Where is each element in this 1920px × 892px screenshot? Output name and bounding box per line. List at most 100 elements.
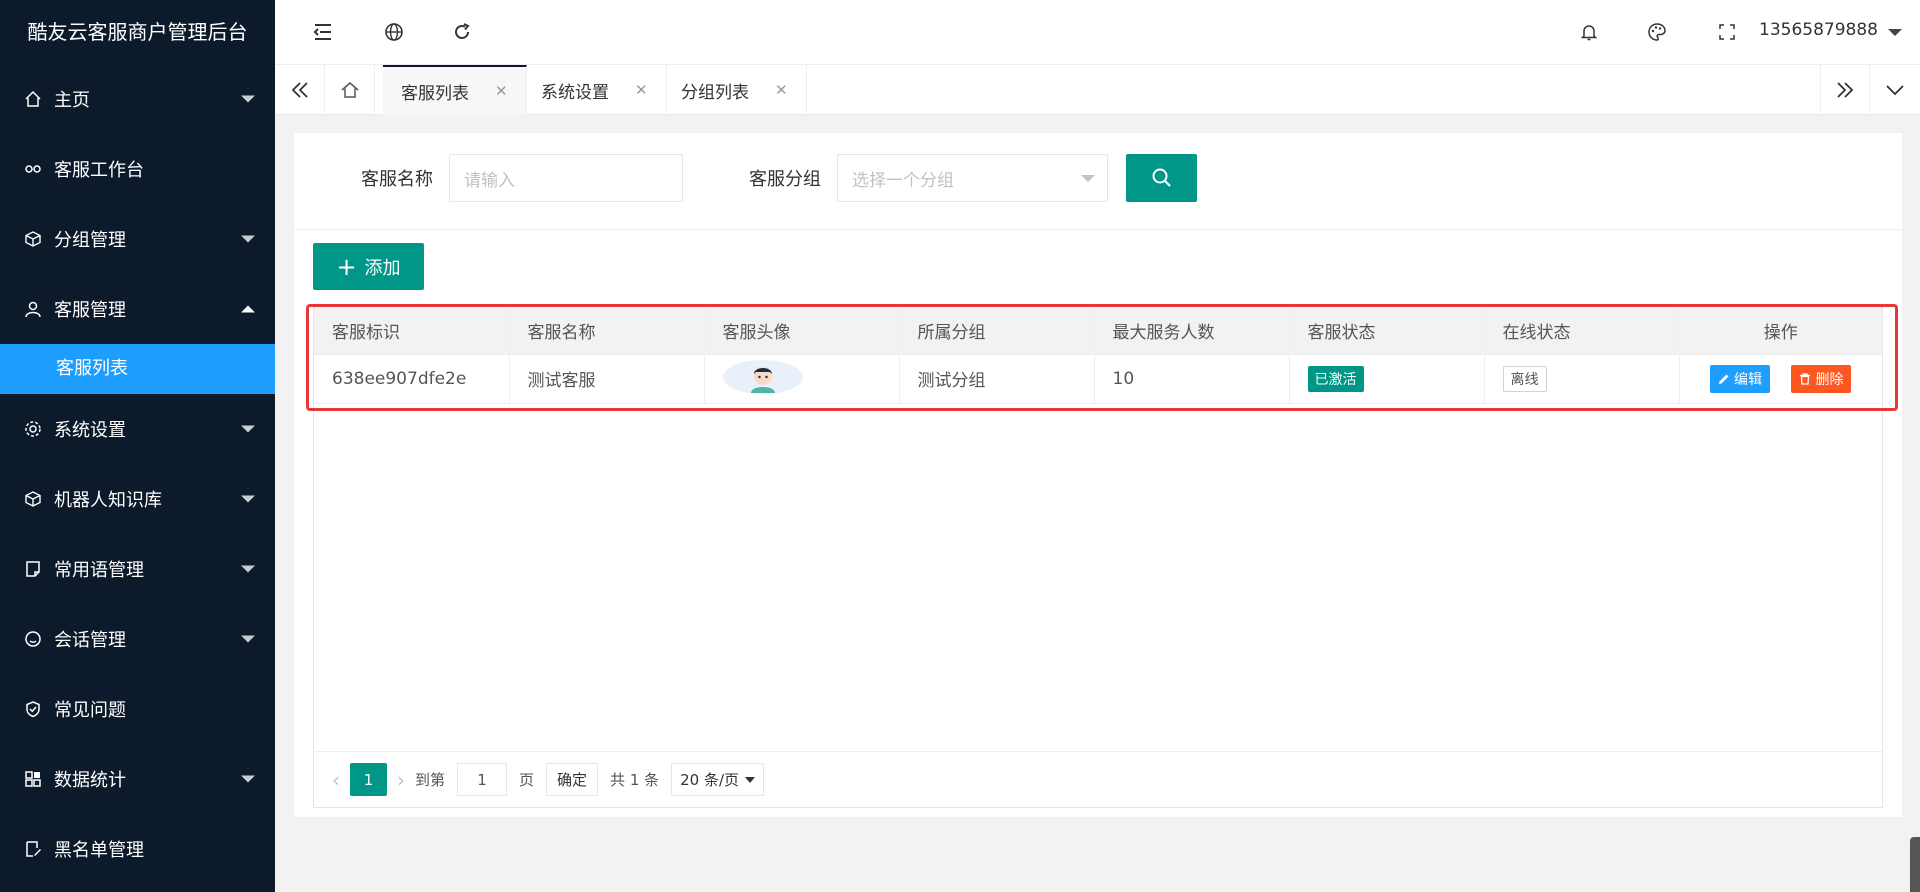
- goto-page-input[interactable]: 1: [457, 763, 508, 796]
- plus-icon: +: [336, 252, 357, 281]
- sidebar-item-agents[interactable]: 客服管理: [0, 274, 275, 344]
- smile-icon: [24, 630, 42, 648]
- sidebar-item-settings[interactable]: 系统设置: [0, 394, 275, 464]
- prev-page-icon[interactable]: ‹: [332, 768, 340, 792]
- sidebar-item-label: 客服工作台: [54, 160, 144, 181]
- close-icon[interactable]: ✕: [775, 81, 788, 99]
- cube-icon: [24, 230, 42, 248]
- column-header: 在线状态: [1484, 307, 1680, 355]
- sidebar-item-workbench[interactable]: 客服工作台: [0, 134, 275, 204]
- grid-icon: [24, 770, 42, 788]
- top-header: 13565879888: [275, 0, 1920, 64]
- search-button[interactable]: [1126, 154, 1197, 202]
- chevron-down-icon: [241, 235, 255, 243]
- next-page-icon[interactable]: ›: [397, 768, 405, 792]
- column-header: 客服标识: [314, 307, 510, 355]
- group-filter-label: 客服分组: [749, 169, 821, 190]
- chevron-up-icon: [241, 305, 255, 313]
- note-icon: [24, 560, 42, 578]
- sidebar-item-groups[interactable]: 分组管理: [0, 204, 275, 274]
- tab-agent-list[interactable]: 客服列表 ✕: [383, 65, 527, 115]
- column-header: 客服状态: [1289, 307, 1485, 355]
- sidebar-item-label: 分组管理: [54, 230, 126, 251]
- tabs-menu-chevron-down-icon[interactable]: [1870, 65, 1920, 115]
- sidebar-item-label: 主页: [54, 90, 90, 111]
- tabs-scroll-right-icon[interactable]: [1820, 65, 1870, 115]
- link-icon: [24, 160, 42, 178]
- sidebar-item-faq[interactable]: 常见问题: [0, 674, 275, 744]
- refresh-icon[interactable]: [450, 20, 474, 44]
- delete-label: 删除: [1815, 371, 1844, 388]
- sidebar-item-sessions[interactable]: 会话管理: [0, 604, 275, 674]
- group-select-placeholder: 选择一个分组: [852, 170, 954, 191]
- agent-group-cell: 测试分组: [899, 354, 1095, 404]
- page-size-value: 20 条/页: [680, 771, 740, 789]
- user-icon: [24, 300, 42, 318]
- chevron-down-icon: [241, 565, 255, 573]
- search-form: 客服名称 请输入 客服分组 选择一个分组: [294, 133, 1902, 230]
- gear-icon: [24, 420, 42, 438]
- tab-system-settings[interactable]: 系统设置 ✕: [523, 65, 667, 115]
- globe-icon[interactable]: [382, 20, 406, 44]
- column-header: 客服头像: [704, 307, 900, 355]
- sidebar-item-label: 系统设置: [54, 420, 126, 441]
- goto-confirm-button[interactable]: 确定: [546, 763, 599, 796]
- group-select[interactable]: 选择一个分组: [837, 154, 1108, 202]
- column-header: 所属分组: [899, 307, 1095, 355]
- chevron-down-icon: [241, 495, 255, 503]
- search-icon: [1152, 168, 1171, 187]
- tab-group-list[interactable]: 分组列表 ✕: [663, 65, 807, 115]
- shield-icon: [24, 700, 42, 718]
- current-page[interactable]: 1: [350, 763, 387, 796]
- scrollbar[interactable]: [1910, 837, 1920, 892]
- close-icon[interactable]: ✕: [635, 81, 648, 99]
- name-search-input[interactable]: 请输入: [449, 154, 683, 202]
- column-header: 客服名称: [509, 307, 705, 355]
- chevron-down-icon[interactable]: [1888, 29, 1902, 36]
- sidebar-item-home[interactable]: 主页: [0, 64, 275, 134]
- tab-home-icon[interactable]: [325, 65, 375, 115]
- page-size-select[interactable]: 20 条/页: [671, 763, 765, 796]
- delete-button[interactable]: 删除: [1791, 364, 1852, 393]
- palette-icon[interactable]: [1645, 20, 1669, 44]
- agent-id-cell: 638ee907dfe2e: [314, 354, 510, 404]
- goto-label: 到第: [415, 771, 446, 789]
- tabs-scroll-left-icon[interactable]: [275, 65, 325, 115]
- online-badge: 离线: [1502, 365, 1547, 392]
- sidebar-item-label: 客服管理: [54, 300, 126, 321]
- agent-status-cell: 已激活: [1289, 354, 1485, 404]
- column-header: 操作: [1679, 307, 1882, 355]
- trash-icon: [1800, 372, 1811, 385]
- home-icon: [24, 90, 42, 108]
- page-unit-label: 页: [519, 771, 535, 789]
- sidebar-item-blacklist[interactable]: 黑名单管理: [0, 814, 275, 884]
- tab-label: 客服列表: [401, 83, 469, 104]
- add-button-label: 添加: [364, 257, 401, 279]
- sidebar-item-label: 常见问题: [54, 700, 126, 721]
- agent-online-cell: 离线: [1484, 354, 1680, 404]
- sidebar-item-stats[interactable]: 数据统计: [0, 744, 275, 814]
- column-header: 最大服务人数: [1094, 307, 1290, 355]
- bell-icon[interactable]: [1577, 20, 1601, 44]
- menu-toggle-icon[interactable]: [311, 20, 335, 44]
- sidebar-item-phrases[interactable]: 常用语管理: [0, 534, 275, 604]
- user-menu[interactable]: 13565879888: [1759, 20, 1878, 40]
- status-badge: 已激活: [1307, 365, 1364, 392]
- agent-table: 客服标识 客服名称 客服头像 所属分组 最大服务人数 客服状态 在线状态 操作 …: [313, 306, 1883, 808]
- chevron-down-icon: [241, 775, 255, 783]
- sidebar: 酷友云客服商户管理后台 主页 客服工作台 分组管理 客服管理 客服列表 系统设置: [0, 0, 275, 892]
- close-icon[interactable]: ✕: [495, 82, 508, 100]
- edit-button[interactable]: 编辑: [1710, 364, 1771, 393]
- sidebar-item-label: 数据统计: [54, 770, 126, 791]
- fullscreen-icon[interactable]: [1715, 20, 1739, 44]
- sidebar-item-label: 会话管理: [54, 630, 126, 651]
- chevron-down-icon: [745, 776, 756, 783]
- table-row: 638ee907dfe2e 测试客服 测试分组 10 已激活 离线 编辑 删除: [314, 354, 1882, 404]
- chevron-down-icon: [241, 95, 255, 103]
- sidebar-subitem-agent-list[interactable]: 客服列表: [0, 344, 275, 394]
- table-header-row: 客服标识 客服名称 客服头像 所属分组 最大服务人数 客服状态 在线状态 操作: [314, 307, 1882, 355]
- add-agent-button[interactable]: + 添加: [313, 243, 424, 290]
- total-count: 共 1 条: [610, 771, 660, 789]
- sidebar-item-knowledge[interactable]: 机器人知识库: [0, 464, 275, 534]
- chevron-down-icon: [1081, 175, 1095, 182]
